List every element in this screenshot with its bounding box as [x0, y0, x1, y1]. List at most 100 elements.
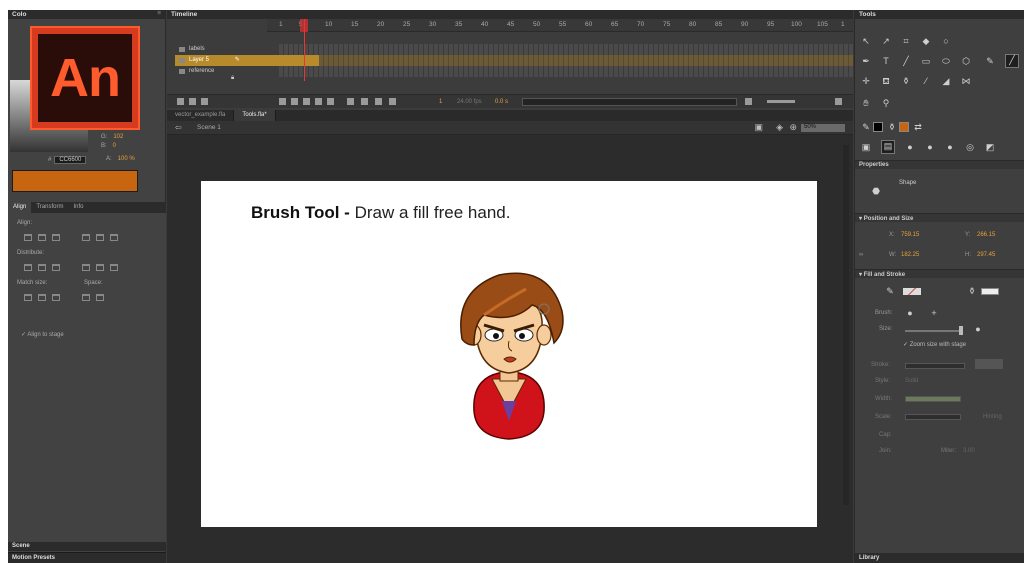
loop-icon[interactable] — [347, 98, 354, 105]
hinting-checkbox[interactable]: Hinting — [983, 414, 1002, 420]
brush-add-icon[interactable]: + — [929, 308, 939, 318]
blue-value-row[interactable]: B: 0 — [101, 143, 116, 149]
play-icon[interactable] — [303, 98, 310, 105]
panel-menu-icon[interactable]: ≡ — [157, 10, 161, 17]
zoom-tool-icon[interactable]: ⚲ — [881, 98, 891, 108]
playhead[interactable] — [304, 19, 305, 81]
prev-frame-icon[interactable] — [291, 98, 298, 105]
stroke-value[interactable] — [975, 359, 1003, 369]
layer-reference[interactable]: reference 🔒︎ — [175, 66, 275, 81]
hex-field[interactable]: # CC6600 — [48, 156, 87, 164]
fill-color-swatch[interactable] — [12, 170, 138, 192]
object-drawing-icon[interactable]: ▣ — [861, 142, 871, 152]
align-to-stage-checkbox[interactable]: ✓ Align to stage — [21, 331, 64, 338]
pasteboard[interactable]: Brush Tool - Draw a fill free hand. — [167, 135, 853, 563]
h-value[interactable]: 297.45 — [977, 252, 995, 258]
properties-header[interactable]: Properties — [855, 160, 1024, 169]
eraser-tool-icon[interactable]: ◢ — [941, 76, 951, 86]
layer-labels[interactable]: labels — [175, 44, 275, 55]
3d-rotation-tool-icon[interactable]: ◆ — [921, 36, 931, 46]
pen-tool-icon[interactable]: ✒ — [861, 56, 871, 66]
fill-bucket-icon[interactable]: ⚱ — [967, 286, 977, 296]
elapsed-time[interactable]: 0.0 s — [495, 99, 508, 105]
edit-multiple-icon[interactable] — [389, 98, 396, 105]
new-layer-icon[interactable] — [177, 98, 184, 105]
library-header[interactable]: Library — [855, 553, 1024, 563]
stroke-slider[interactable] — [905, 363, 965, 369]
frame-rate[interactable]: 24.00 fps — [457, 99, 482, 105]
stroke-none-swatch[interactable] — [903, 288, 921, 295]
y-value[interactable]: 266.15 — [977, 232, 995, 238]
style-dropdown[interactable]: Solid — [905, 378, 918, 384]
pencil-icon[interactable]: ✎ — [235, 57, 240, 63]
clip-icon[interactable]: ▣ — [754, 122, 763, 133]
delete-icon[interactable] — [201, 98, 208, 105]
last-frame-icon[interactable] — [327, 98, 334, 105]
distribute-bottom-icon[interactable] — [52, 264, 60, 271]
fill-swatch[interactable] — [981, 288, 999, 295]
distribute-top-icon[interactable] — [24, 264, 32, 271]
frame-size-slider[interactable] — [767, 100, 795, 103]
brush-round-icon[interactable]: ● — [905, 308, 915, 318]
hand-tool-icon[interactable]: ✋︎ — [861, 98, 871, 108]
timeline-scrollbar[interactable] — [522, 98, 737, 106]
stroke-color-swatch[interactable] — [873, 122, 883, 132]
brush-mode-icon[interactable]: ● — [905, 142, 915, 152]
mountain-icon[interactable] — [835, 98, 842, 105]
lasso-tool-icon[interactable]: ○ — [941, 36, 951, 46]
width-profile[interactable] — [905, 396, 961, 402]
miter-value[interactable]: 3.00 — [963, 448, 975, 454]
bone-tool-icon[interactable]: ✛ — [861, 76, 871, 86]
layer-frames[interactable] — [279, 66, 853, 77]
center-frame-icon[interactable] — [745, 98, 752, 105]
x-value[interactable]: 759.15 — [901, 232, 919, 238]
width-tool-icon[interactable]: ⋈ — [961, 76, 971, 86]
lock-fill-icon[interactable]: ▤ — [881, 140, 895, 154]
back-arrow-icon[interactable]: ⇦ — [175, 123, 182, 132]
timeline-header[interactable]: Timeline — [167, 10, 853, 19]
lock-icon[interactable]: 🔒︎ — [231, 75, 234, 81]
align-top-icon[interactable] — [82, 234, 90, 241]
stage[interactable]: Brush Tool - Draw a fill free hand. — [201, 181, 817, 527]
scene-breadcrumb[interactable]: Scene 1 — [197, 124, 221, 131]
space-horizontal-icon[interactable] — [96, 294, 104, 301]
align-left-icon[interactable] — [24, 234, 32, 241]
selection-tool-icon[interactable]: ↖ — [861, 36, 871, 46]
layer-layer5[interactable]: Layer 5 ✎ — [175, 55, 325, 66]
match-both-icon[interactable] — [52, 294, 60, 301]
free-transform-tool-icon[interactable]: ⌗ — [901, 36, 911, 46]
tab-info[interactable]: Info — [68, 202, 88, 213]
fill-stroke-header[interactable]: ▾ Fill and Stroke — [855, 269, 1024, 278]
stage-vertical-scrollbar[interactable] — [843, 145, 849, 505]
align-bottom-icon[interactable] — [110, 234, 118, 241]
new-folder-icon[interactable] — [189, 98, 196, 105]
oval-tool-icon[interactable]: ⬭ — [941, 56, 951, 66]
eyedropper-tool-icon[interactable]: ⁄ — [921, 76, 931, 86]
size-slider-track[interactable] — [905, 330, 963, 332]
space-vertical-icon[interactable] — [82, 294, 90, 301]
zoom-size-checkbox[interactable]: ✓ Zoom size with stage — [903, 341, 966, 348]
motion-presets-header[interactable]: Motion Presets — [8, 552, 166, 563]
onion-outline-icon[interactable] — [375, 98, 382, 105]
distribute-hcenter-icon[interactable] — [96, 264, 104, 271]
fill-color-swatch-tools[interactable] — [899, 122, 909, 132]
green-value-row[interactable]: G: 102 — [101, 134, 123, 140]
zoom-dropdown[interactable]: 50% — [801, 124, 845, 132]
pencil-tool-icon[interactable]: ✎ — [985, 56, 995, 66]
timeline-ruler[interactable]: 1 5 10 15 20 25 30 35 40 45 50 55 60 65 … — [267, 19, 853, 32]
onion-skin-icon[interactable] — [361, 98, 368, 105]
position-size-header[interactable]: ▾ Position and Size — [855, 213, 1024, 222]
line-tool-icon[interactable]: ╱ — [901, 56, 911, 66]
align-right-icon[interactable] — [52, 234, 60, 241]
alpha-field[interactable]: A: 100 % — [106, 156, 135, 162]
brush-size-icon[interactable]: ● — [925, 142, 935, 152]
distribute-vcenter-icon[interactable] — [38, 264, 46, 271]
brush-tool-icon[interactable]: ╱ — [1005, 54, 1019, 68]
current-frame[interactable]: 1 — [439, 99, 442, 105]
symbol-icon[interactable]: ◈ — [776, 122, 783, 133]
next-frame-icon[interactable] — [315, 98, 322, 105]
layer-frames[interactable] — [279, 44, 853, 55]
link-dimensions-icon[interactable]: ∞ — [859, 252, 863, 258]
align-center-icon[interactable] — [38, 234, 46, 241]
rectangle-tool-icon[interactable]: ▭ — [921, 56, 931, 66]
